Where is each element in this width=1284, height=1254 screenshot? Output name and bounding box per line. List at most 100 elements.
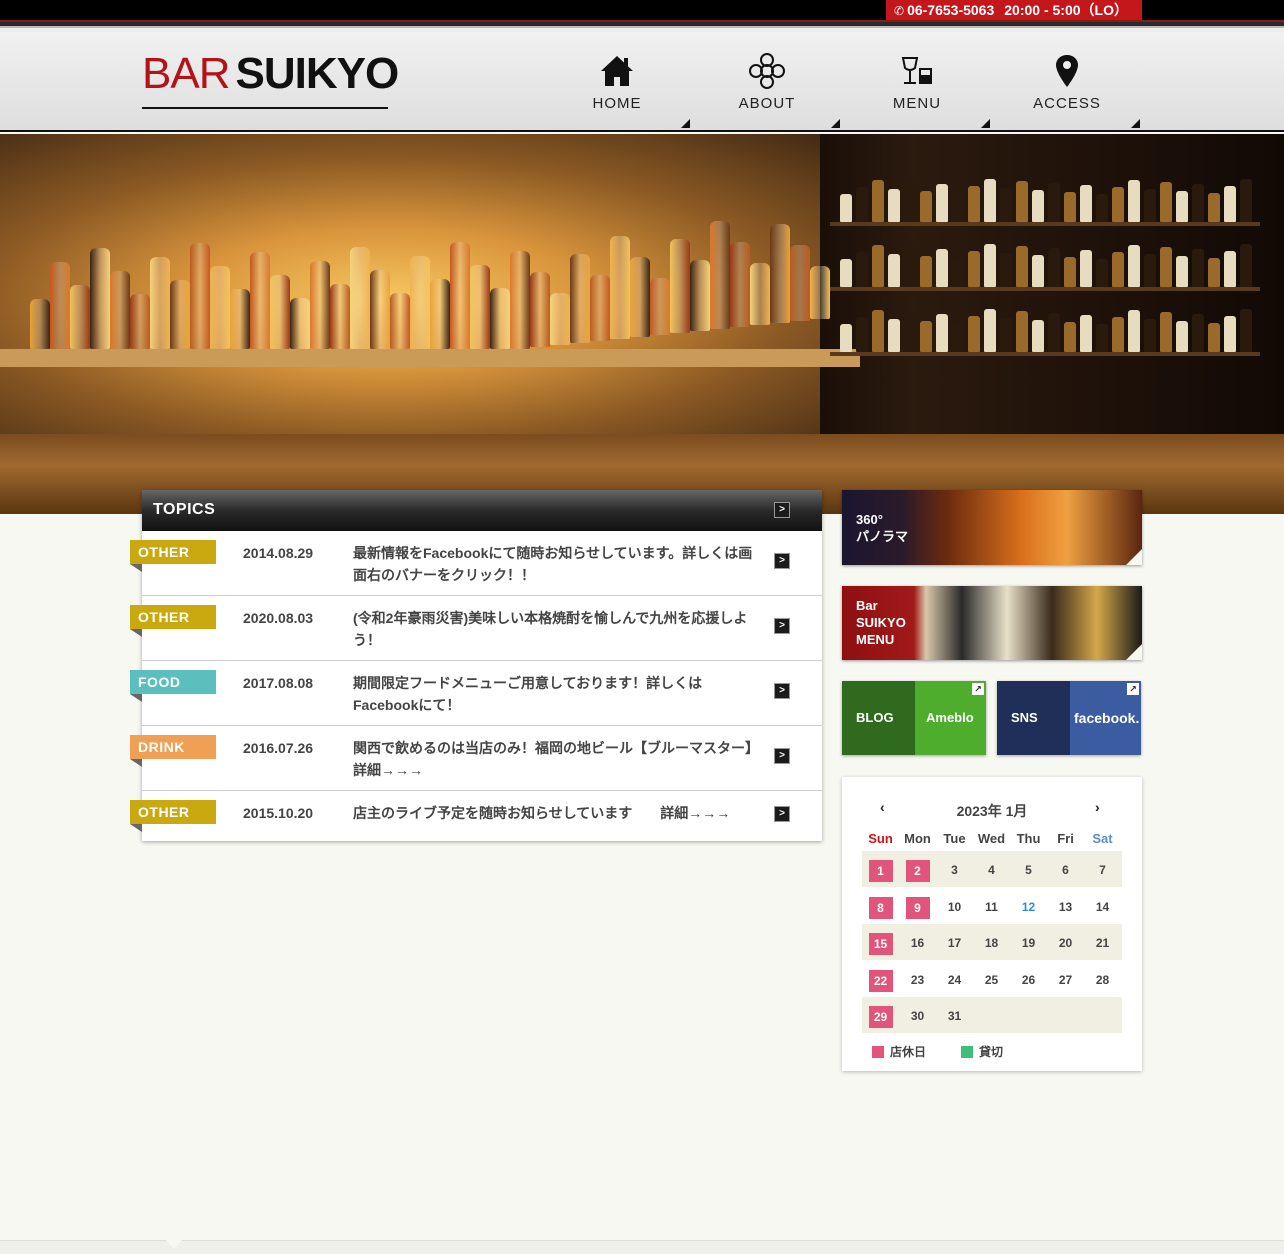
blog-tile-left: BLOG bbox=[842, 681, 915, 755]
calendar-day[interactable]: 30 bbox=[899, 1006, 936, 1026]
blog-ameblo-link[interactable]: BLOG Ameblo ↗ bbox=[842, 681, 986, 755]
calendar-day[interactable]: 28 bbox=[1084, 970, 1121, 990]
bottle-decoration bbox=[856, 252, 868, 287]
calendar-day[interactable]: 23 bbox=[899, 970, 936, 990]
calendar-day[interactable]: 15 bbox=[862, 933, 899, 955]
calendar-day[interactable]: 9 bbox=[899, 896, 936, 919]
bottle-decoration bbox=[936, 249, 948, 287]
calendar-day[interactable]: 29 bbox=[862, 1006, 899, 1028]
calendar-day[interactable]: 19 bbox=[1010, 933, 1047, 953]
calendar-day-number: 8 bbox=[868, 896, 893, 919]
nav-corner-mark bbox=[1131, 119, 1140, 128]
topic-arrow-button[interactable]: > bbox=[774, 618, 790, 634]
bottle-decoration bbox=[1240, 179, 1252, 222]
calendar-day-number: 20 bbox=[1058, 936, 1073, 950]
calendar-next-button[interactable]: › bbox=[1095, 799, 1100, 815]
bottle-decoration bbox=[370, 270, 390, 349]
bottle-decoration bbox=[1128, 180, 1140, 222]
calendar-day[interactable]: 8 bbox=[862, 896, 899, 919]
bottle-decoration bbox=[1000, 188, 1012, 222]
calendar-day-number: 27 bbox=[1058, 972, 1073, 987]
footer-bar bbox=[0, 1240, 1284, 1254]
calendar-day[interactable]: 24 bbox=[936, 970, 973, 990]
bottle-decoration bbox=[968, 316, 980, 352]
bottle-decoration bbox=[1144, 189, 1156, 222]
topic-text[interactable]: 期間限定フードメニューご用意しております！詳しくはFacebookにて！ bbox=[353, 672, 753, 716]
calendar-day[interactable]: 14 bbox=[1084, 897, 1121, 917]
calendar-day-number: 22 bbox=[868, 969, 893, 992]
bottle-decoration bbox=[1176, 191, 1188, 222]
facebook-label: facebook. bbox=[1074, 710, 1140, 726]
topic-arrow-button[interactable]: > bbox=[774, 683, 790, 699]
panorama-line2: パノラマ bbox=[856, 529, 909, 544]
calendar-day[interactable]: 4 bbox=[973, 860, 1010, 880]
calendar-day[interactable]: 27 bbox=[1047, 970, 1084, 990]
topic-arrow-button[interactable]: > bbox=[774, 553, 790, 569]
calendar-day[interactable]: 26 bbox=[1010, 970, 1047, 990]
topic-row[interactable]: OTHER 2020.08.03 (令和2年豪雨災害)美味しい本格焼酎を愉しんで… bbox=[130, 596, 822, 661]
calendar-day[interactable]: 20 bbox=[1047, 933, 1084, 953]
phone-icon: ✆ bbox=[894, 4, 905, 18]
bottle-decoration bbox=[490, 288, 510, 349]
calendar-day[interactable]: 1 bbox=[862, 860, 899, 882]
sns-facebook-link[interactable]: SNS facebook. ↗ bbox=[997, 681, 1141, 755]
bottle-decoration bbox=[920, 256, 932, 287]
calendar-day[interactable]: 6 bbox=[1047, 860, 1084, 880]
nav-about[interactable]: ABOUT bbox=[692, 32, 842, 132]
topic-row[interactable]: FOOD 2017.08.08 期間限定フードメニューご用意しております！詳しく… bbox=[130, 661, 822, 726]
calendar-day[interactable]: 3 bbox=[936, 860, 973, 880]
topic-row[interactable]: OTHER 2015.10.20 店主のライブ予定を随時お知らせしています 詳細… bbox=[130, 791, 822, 841]
bottle-decoration bbox=[984, 179, 996, 222]
nav-menu[interactable]: MENU bbox=[842, 32, 992, 132]
nav-home[interactable]: HOME bbox=[542, 32, 692, 132]
bottle-decoration bbox=[630, 257, 650, 337]
topic-text[interactable]: (令和2年豪雨災害)美味しい本格焼酎を愉しんで九州を応援しよう！ bbox=[353, 607, 753, 651]
topic-row[interactable]: OTHER 2014.08.29 最新情報をFacebookにて随時お知らせして… bbox=[130, 531, 822, 596]
topic-arrow-button[interactable]: > bbox=[774, 806, 790, 822]
phone-number[interactable]: 06-7653-5063 bbox=[907, 2, 994, 18]
bottle-decoration bbox=[510, 251, 530, 349]
calendar-day[interactable]: 17 bbox=[936, 933, 973, 953]
calendar-day[interactable]: 31 bbox=[936, 1006, 973, 1026]
topics-more-button[interactable]: > bbox=[774, 502, 790, 518]
bottle-decoration bbox=[1192, 249, 1204, 287]
calendar-day[interactable]: 7 bbox=[1084, 860, 1121, 880]
calendar-day[interactable]: 21 bbox=[1084, 933, 1121, 953]
nav-corner-mark bbox=[831, 119, 840, 128]
bottle-decoration bbox=[470, 265, 490, 349]
topic-text[interactable]: 店主のライブ予定を随時お知らせしています 詳細→→→ bbox=[353, 802, 753, 824]
topic-text[interactable]: 関西で飲めるのは当店のみ！福岡の地ビール【ブルーマスター】 詳細→→→ bbox=[353, 737, 766, 781]
calendar-day-number: 11 bbox=[985, 899, 998, 914]
calendar-day[interactable]: 13 bbox=[1047, 897, 1084, 917]
bottle-decoration bbox=[1160, 247, 1172, 287]
calendar-day[interactable]: 25 bbox=[973, 970, 1010, 990]
bottle-decoration bbox=[650, 278, 670, 335]
nav-access[interactable]: ACCESS bbox=[992, 32, 1142, 132]
calendar-day[interactable]: 22 bbox=[862, 969, 899, 992]
legend-closed-label: 店休日 bbox=[890, 1045, 927, 1059]
topics-panel: TOPICS > OTHER 2014.08.29 最新情報をFacebookに… bbox=[130, 490, 822, 841]
bottle-decoration bbox=[130, 294, 150, 349]
calendar-day[interactable]: 11 bbox=[973, 897, 1010, 917]
topic-arrow-button[interactable]: > bbox=[774, 748, 790, 764]
hero-bar-photo bbox=[0, 134, 1284, 514]
panorama-banner[interactable]: 360° パノラマ bbox=[842, 490, 1142, 565]
calendar-day[interactable]: 16 bbox=[899, 933, 936, 953]
calendar-day[interactable]: 10 bbox=[936, 897, 973, 917]
nav-about-label: ABOUT bbox=[738, 95, 796, 112]
external-link-icon: ↗ bbox=[972, 683, 984, 695]
bottle-decoration bbox=[1160, 182, 1172, 222]
site-logo[interactable]: BAR SUIKYO bbox=[142, 50, 399, 109]
calendar-day[interactable]: 12 bbox=[1010, 897, 1047, 917]
bottle-decoration bbox=[1208, 193, 1220, 222]
calendar-day[interactable]: 18 bbox=[973, 933, 1010, 953]
topic-text[interactable]: 最新情報をFacebookにて随時お知らせしています。詳しくは画面右のバナーをク… bbox=[353, 542, 753, 586]
calendar-day[interactable]: 5 bbox=[1010, 860, 1047, 880]
calendar-day-number: 25 bbox=[984, 972, 999, 987]
bottle-decoration bbox=[1176, 321, 1188, 352]
calendar-day[interactable]: 2 bbox=[899, 860, 936, 882]
menu-banner[interactable]: Bar SUIKYO MENU bbox=[842, 586, 1142, 660]
topic-row[interactable]: DRINK 2016.07.26 関西で飲めるのは当店のみ！福岡の地ビール【ブル… bbox=[130, 726, 822, 791]
bottle-decoration bbox=[210, 266, 230, 349]
bottle-decoration bbox=[250, 252, 270, 349]
